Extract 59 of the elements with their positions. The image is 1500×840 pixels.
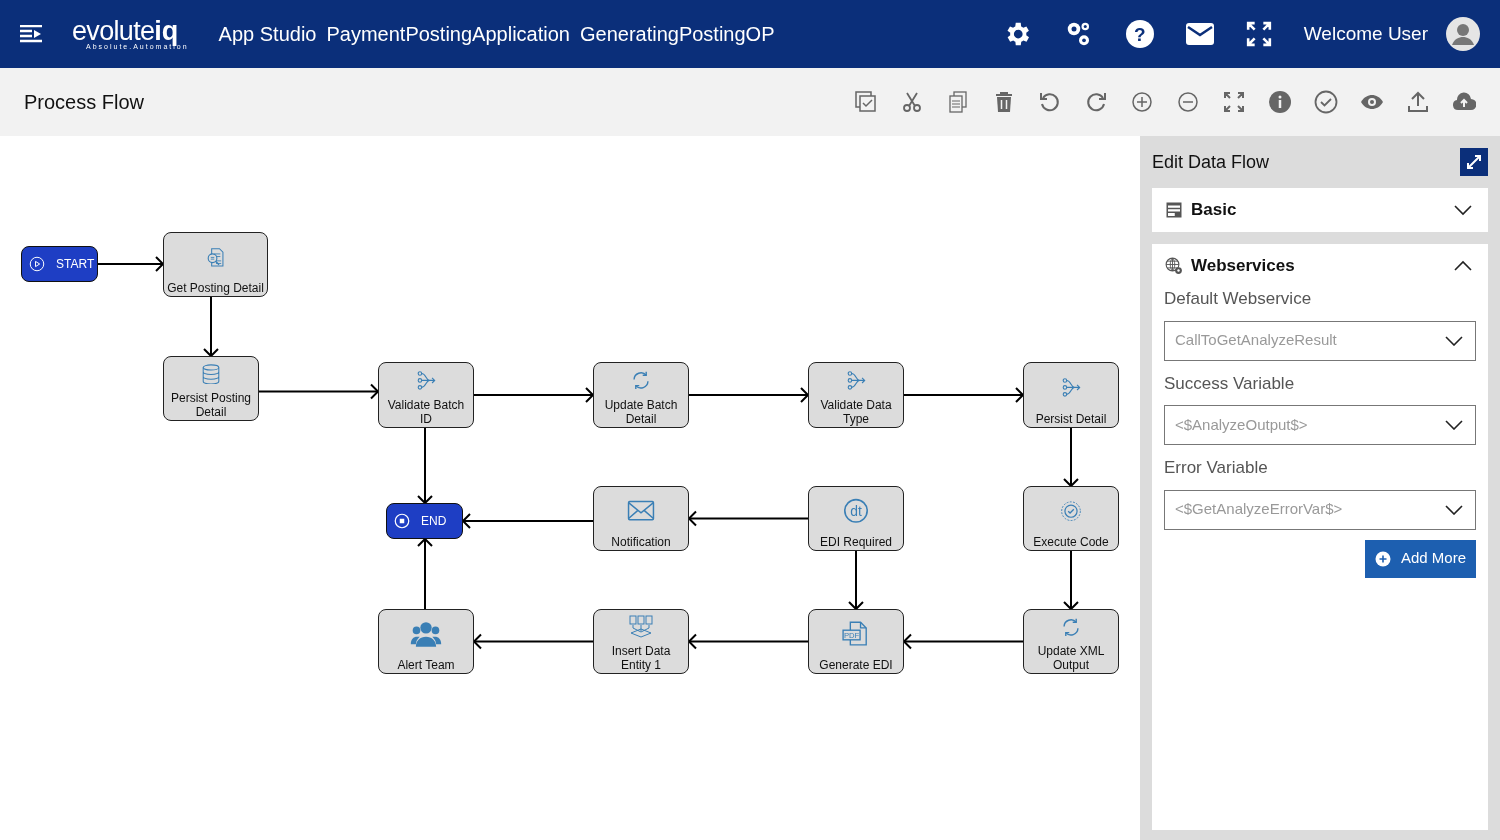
field-label: Error Variable — [1164, 457, 1269, 479]
dropdown-caret-icon — [1445, 335, 1463, 346]
flow-task-node[interactable]: Validate Batch ID — [378, 362, 474, 428]
play-icon — [28, 255, 46, 273]
globe-gear-icon — [1165, 257, 1183, 275]
mail-icon[interactable] — [1185, 23, 1214, 45]
select-all-icon[interactable] — [854, 90, 878, 114]
info-icon[interactable] — [1268, 90, 1292, 114]
flow-terminal-node[interactable]: END — [386, 503, 463, 539]
flow-task-node[interactable]: Insert Data Entity 1 — [593, 609, 689, 674]
flow-task-node[interactable]: Notification — [593, 486, 689, 551]
cut-icon[interactable] — [900, 90, 924, 114]
breadcrumb-link[interactable]: App Studio — [218, 19, 317, 49]
dropdown-caret-icon — [1445, 420, 1463, 430]
flow-terminal-node[interactable]: START — [21, 246, 98, 282]
breadcrumb-link[interactable]: GeneratingPostingOP — [579, 19, 775, 49]
fit-screen-icon[interactable] — [1222, 90, 1246, 114]
plus-circle-icon — [1374, 550, 1391, 567]
avatar-icon[interactable] — [1446, 17, 1480, 51]
page-title: Process Flow — [24, 90, 145, 115]
stop-icon — [393, 512, 411, 530]
flow-task-node[interactable]: Get Posting Detail — [163, 232, 268, 297]
undo-icon[interactable] — [1038, 90, 1062, 114]
expand-button[interactable] — [1460, 148, 1488, 176]
redo-icon[interactable] — [1084, 90, 1108, 114]
help-icon[interactable]: ? — [1125, 20, 1154, 48]
flow-task-node[interactable]: PDF Generate EDI — [808, 609, 904, 674]
flow-task-node[interactable]: Alert Team — [378, 609, 474, 674]
welcome-text: Welcome User — [1303, 21, 1428, 46]
dropdown-caret-icon — [1445, 504, 1463, 515]
accordion-header[interactable]: Webservices — [1165, 254, 1476, 278]
connector-arrow — [203, 296, 219, 358]
expand-icon — [1466, 154, 1482, 170]
flow-task-node[interactable]: Update XML Output — [1023, 609, 1119, 674]
connector-arrow — [97, 256, 165, 272]
add-more-button[interactable]: Add More — [1364, 539, 1476, 578]
accordion-header[interactable]: Basic — [1165, 198, 1476, 222]
flow-task-node[interactable]: Update Batch Detail — [593, 362, 689, 428]
connector-arrow — [1063, 427, 1079, 488]
check-circle-icon[interactable] — [1314, 90, 1338, 114]
field-label: Default Webservice — [1164, 288, 1313, 310]
panel-title: Edit Data Flow — [1152, 150, 1270, 174]
flow-task-node[interactable]: Persist Detail — [1023, 362, 1119, 428]
flow-task-node[interactable]: Execute Code — [1023, 486, 1119, 551]
connector-arrow — [1063, 550, 1079, 611]
breadcrumb-link[interactable]: PaymentPostingApplication — [326, 19, 570, 49]
flow-task-node[interactable]: Persist Posting Detail — [163, 356, 259, 421]
menu-icon[interactable] — [20, 25, 42, 43]
field-label: Success Variable — [1164, 372, 1296, 395]
connector-arrow — [848, 550, 864, 611]
upload-icon[interactable] — [1406, 90, 1430, 114]
fullscreen-icon[interactable] — [1245, 21, 1272, 47]
form-icon — [1165, 201, 1183, 219]
zoom-in-icon[interactable] — [1130, 90, 1154, 114]
documents-to-tray-icon — [626, 615, 656, 639]
flow-task-node[interactable]: dt EDI Required — [808, 486, 904, 551]
copy-icon[interactable] — [946, 90, 970, 114]
flow-task-node[interactable]: Validate Data Type — [808, 362, 904, 428]
zoom-out-icon[interactable] — [1176, 90, 1200, 114]
